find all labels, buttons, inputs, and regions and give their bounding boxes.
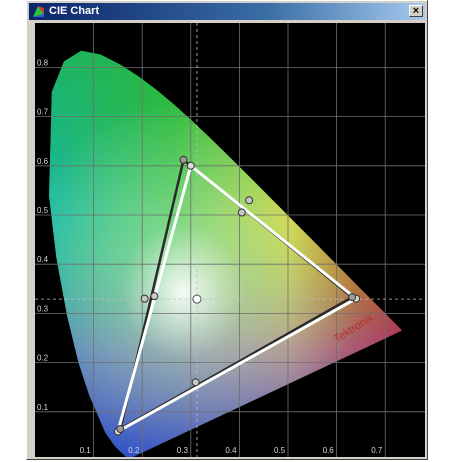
- measured-primary-marker[interactable]: [348, 293, 357, 302]
- secondary-marker[interactable]: [150, 292, 159, 301]
- x-tick-label: 0.2: [128, 446, 140, 455]
- secondary-marker[interactable]: [237, 208, 246, 217]
- cie-chart-app-icon: [33, 6, 44, 17]
- white-point-marker[interactable]: [192, 294, 202, 304]
- secondary-marker[interactable]: [191, 378, 200, 387]
- measured-primary-marker[interactable]: [179, 155, 188, 164]
- close-button[interactable]: ×: [409, 5, 423, 17]
- secondary-marker[interactable]: [245, 196, 254, 205]
- x-tick-label: 0.4: [225, 446, 237, 455]
- reference-primary-marker[interactable]: [186, 161, 195, 170]
- y-tick-label: 0.5: [37, 206, 49, 215]
- y-tick-label: 0.2: [37, 354, 49, 363]
- x-tick-label: 0.5: [274, 446, 286, 455]
- y-tick-label: 0.7: [37, 108, 49, 117]
- chart-area: 0.1 0.2 0.3 0.4 0.5 0.6 0.7 0.1 0.2 0.3 0.4 0.5 0.6 0…: [35, 23, 425, 457]
- window-title: CIE Chart: [49, 5, 100, 17]
- cie-chart: 0.1 0.2 0.3 0.4 0.5 0.6 0.7 0.1 0.2 0.3 0.4 0.5 0.6 0…: [35, 23, 425, 457]
- title-bar[interactable]: CIE Chart ×: [29, 3, 425, 20]
- cie-chart-window: CIE Chart × 0.1 0.2 0.3 0.4 0.5 0.6 0.7 …: [26, 0, 428, 460]
- close-icon: ×: [412, 5, 420, 17]
- x-tick-label: 0.3: [177, 446, 189, 455]
- x-tick-label: 0.1: [80, 446, 92, 455]
- x-tick-label: 0.6: [323, 446, 335, 455]
- secondary-marker[interactable]: [140, 294, 149, 303]
- y-tick-label: 0.6: [37, 157, 49, 166]
- measured-primary-marker[interactable]: [116, 425, 125, 434]
- y-tick-label: 0.3: [37, 304, 49, 313]
- x-tick-label: 0.7: [371, 446, 383, 455]
- y-tick-label: 0.4: [37, 255, 49, 264]
- y-tick-label: 0.8: [37, 58, 49, 67]
- y-tick-label: 0.1: [37, 403, 49, 412]
